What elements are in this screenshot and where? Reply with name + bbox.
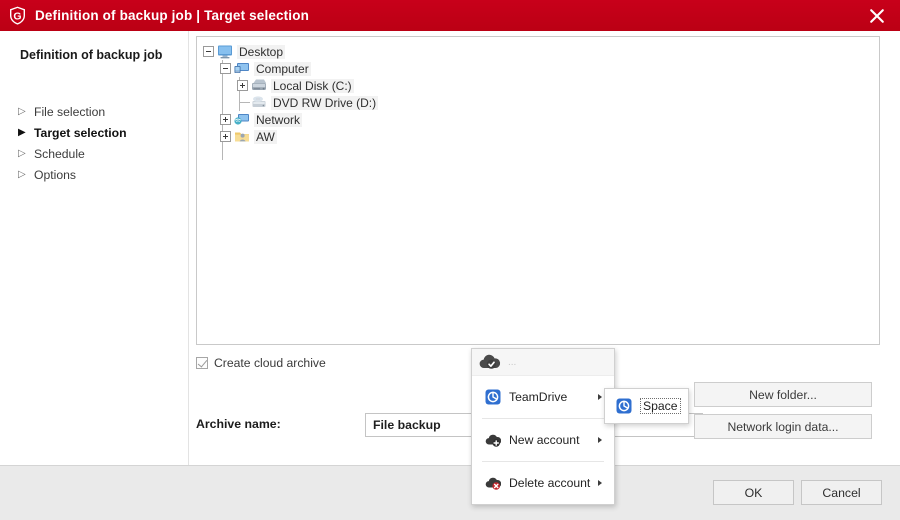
sidebar-item-label: File selection xyxy=(34,104,106,119)
dialog-footer: OK Cancel xyxy=(0,465,900,520)
context-menu-header: ... xyxy=(472,349,614,376)
tree-item-label: Desktop xyxy=(237,44,286,59)
folder-tree: Desktop Computer Local Disk (C:) DVD RW … xyxy=(203,43,379,160)
backup-job-dialog: G Definition of backup job | Target sele… xyxy=(0,0,900,520)
chevron-right-icon: ▷ xyxy=(18,147,26,159)
sidebar-item-options[interactable]: ▷ Options xyxy=(0,164,188,185)
cloud-delete-icon xyxy=(485,475,501,491)
tree-toggle-collapse-icon[interactable] xyxy=(220,63,231,74)
tree-item-label: Local Disk (C:) xyxy=(271,78,354,93)
context-menu-item-new-account[interactable]: New account xyxy=(472,419,614,461)
close-icon[interactable] xyxy=(854,0,900,31)
desktop-icon xyxy=(217,44,233,59)
new-folder-button[interactable]: New folder... xyxy=(694,382,872,407)
tree-item-local-disk-c[interactable]: Local Disk (C:) xyxy=(203,77,378,94)
tree-toggle-none-icon xyxy=(237,97,248,108)
context-menu-item-label: New account xyxy=(509,433,580,447)
tree-toggle-expand-icon[interactable] xyxy=(220,114,231,125)
harddisk-icon xyxy=(251,78,267,93)
context-menu-item-delete-account[interactable]: Delete account xyxy=(472,462,614,504)
tree-item-computer[interactable]: Computer xyxy=(203,60,378,77)
tree-item-aw[interactable]: AW xyxy=(203,128,378,145)
tree-toggle-expand-icon[interactable] xyxy=(237,80,248,91)
g-data-shield-icon: G xyxy=(9,6,26,25)
submenu-item-space[interactable]: Space xyxy=(640,398,681,414)
cloud-check-icon xyxy=(478,353,502,371)
archive-name-label: Archive name: xyxy=(196,417,281,431)
tree-item-desktop[interactable]: Desktop xyxy=(203,43,378,60)
submenu-arrow-icon xyxy=(598,480,602,486)
context-menu-header-text: ... xyxy=(508,356,517,368)
submenu-arrow-icon xyxy=(598,437,602,443)
tree-item-label: DVD RW Drive (D:) xyxy=(271,95,379,110)
dialog-body: Definition of backup job ▷ File selectio… xyxy=(0,31,900,465)
cloud-context-menu[interactable]: ... TeamDrive New account Delete account xyxy=(471,348,615,505)
sidebar-item-schedule[interactable]: ▷ Schedule xyxy=(0,143,188,164)
tree-item-dvd-drive-d[interactable]: DVD RW Drive (D:) xyxy=(203,94,379,111)
sidebar-heading: Definition of backup job xyxy=(20,48,163,62)
sidebar-item-label: Schedule xyxy=(34,146,85,161)
create-cloud-archive-row[interactable]: Create cloud archive xyxy=(196,356,326,370)
sidebar-item-label: Options xyxy=(34,167,77,182)
submenu-arrow-icon xyxy=(598,394,602,400)
title-bar: G Definition of backup job | Target sele… xyxy=(0,0,900,31)
context-menu-item-teamdrive[interactable]: TeamDrive xyxy=(472,376,614,418)
target-tree-panel[interactable]: Desktop Computer Local Disk (C:) DVD RW … xyxy=(196,36,880,345)
computer-icon xyxy=(234,61,250,76)
user-folder-icon xyxy=(234,129,250,144)
chevron-right-icon: ▷ xyxy=(18,105,26,117)
create-cloud-archive-checkbox[interactable] xyxy=(196,357,208,369)
tree-item-label: Network xyxy=(254,112,303,127)
network-icon xyxy=(234,112,250,127)
tree-toggle-expand-icon[interactable] xyxy=(220,131,231,142)
teamdrive-icon xyxy=(485,389,501,405)
network-login-data-button[interactable]: Network login data... xyxy=(694,414,872,439)
chevron-right-icon: ▷ xyxy=(18,168,26,180)
context-menu-item-label: TeamDrive xyxy=(509,390,568,404)
sidebar-item-target-selection[interactable]: ▶ Target selection xyxy=(0,122,188,143)
sidebar-item-file-selection[interactable]: ▷ File selection xyxy=(0,101,188,122)
context-menu-item-label: Delete account xyxy=(509,476,591,490)
teamdrive-submenu[interactable]: Space xyxy=(604,388,689,424)
chevron-right-filled-icon: ▶ xyxy=(18,126,26,138)
sidebar-item-label: Target selection xyxy=(34,125,127,140)
tree-toggle-collapse-icon[interactable] xyxy=(203,46,214,57)
tree-item-label: AW xyxy=(254,129,277,144)
svg-text:G: G xyxy=(13,10,21,22)
ok-button[interactable]: OK xyxy=(713,480,794,505)
cloud-add-icon xyxy=(485,432,501,448)
cancel-button[interactable]: Cancel xyxy=(801,480,882,505)
sidebar: Definition of backup job ▷ File selectio… xyxy=(0,31,188,465)
tree-item-network[interactable]: Network xyxy=(203,111,378,128)
create-cloud-archive-label: Create cloud archive xyxy=(214,356,326,370)
dvd-icon xyxy=(251,95,267,110)
tree-item-label: Computer xyxy=(254,61,311,76)
window-title: Definition of backup job | Target select… xyxy=(35,8,309,23)
teamdrive-icon xyxy=(616,398,632,414)
sidebar-nav: ▷ File selection ▶ Target selection ▷ Sc… xyxy=(0,101,188,185)
